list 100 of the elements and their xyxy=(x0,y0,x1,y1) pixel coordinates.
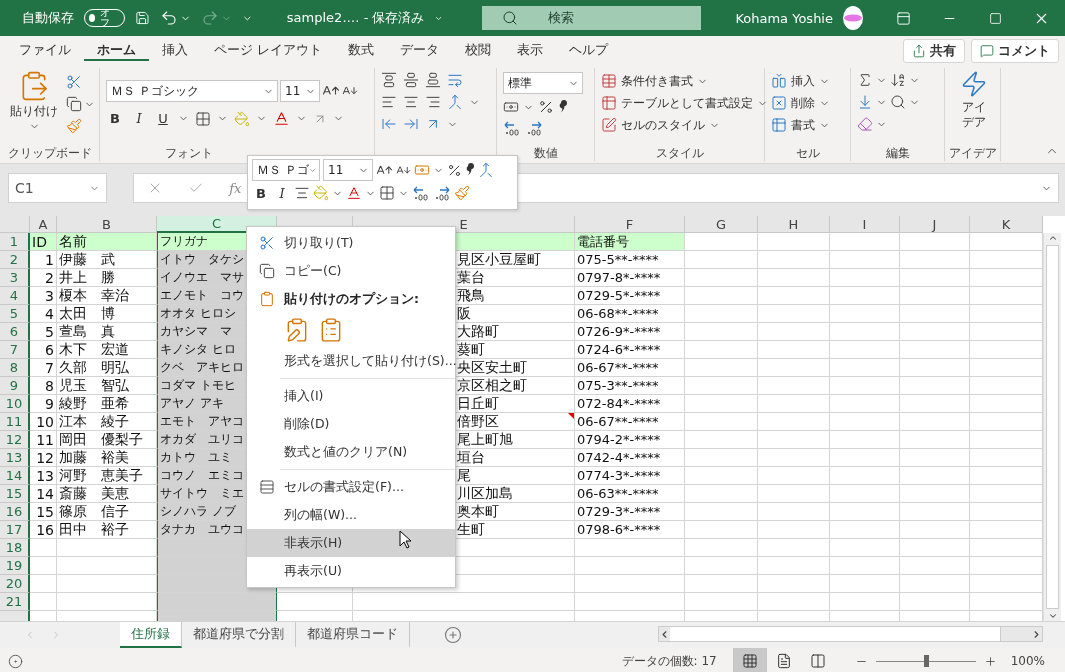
paste-button[interactable]: 貼り付け xyxy=(10,104,58,119)
table-cell: 太田 博 xyxy=(57,305,157,323)
table-cell: 名前 xyxy=(57,233,157,251)
row-header[interactable]: 12 xyxy=(0,431,30,449)
column-header[interactable]: B xyxy=(57,216,157,233)
table-cell: 072-84*-**** xyxy=(575,395,685,413)
ribbon-tab[interactable]: データ xyxy=(387,36,452,64)
ribbon-tab[interactable]: ホーム xyxy=(84,36,149,64)
table-cell: 7 xyxy=(30,359,57,377)
row-header[interactable]: 15 xyxy=(0,485,30,503)
table-cell: 0798-6*-**** xyxy=(575,521,685,539)
underline-button[interactable]: U xyxy=(154,111,172,126)
row-header[interactable]: 20 xyxy=(0,575,30,593)
table-cell: 0797-8*-**** xyxy=(575,269,685,287)
column-header[interactable]: A xyxy=(30,216,57,233)
table-cell: 2 xyxy=(30,269,57,287)
table-cell: 14 xyxy=(30,485,57,503)
comment-button[interactable]: コメント xyxy=(971,39,1059,63)
style-command[interactable]: セルのスタイル xyxy=(621,116,705,134)
table-cell: 0774-3*-**** xyxy=(575,467,685,485)
group-label: スタイル xyxy=(654,145,705,161)
row-header[interactable]: 18 xyxy=(0,539,30,557)
row-header[interactable]: 10 xyxy=(0,395,30,413)
bold-button[interactable]: B xyxy=(106,111,124,126)
row-header[interactable]: 5 xyxy=(0,305,30,323)
search-field[interactable]: 検索 xyxy=(481,6,702,30)
ribbon-tab[interactable]: 表示 xyxy=(504,36,556,64)
menu-item[interactable]: 非表示(H) xyxy=(247,529,455,557)
table-cell: 06-67**-**** xyxy=(575,413,685,431)
table-cell: 児玉 智弘 xyxy=(57,377,157,395)
font-name-field[interactable]: ＭＳ Ｐゴシック xyxy=(106,80,278,102)
group-label: フォント xyxy=(164,145,214,161)
column-header[interactable]: G xyxy=(685,216,758,233)
ribbon-tab[interactable]: 校閲 xyxy=(452,36,504,64)
font-size-field[interactable]: 11 xyxy=(323,159,373,181)
italic-button[interactable]: I xyxy=(273,185,291,201)
row-header[interactable]: 3 xyxy=(0,269,30,287)
ribbon-tab[interactable]: ファイル xyxy=(6,36,84,64)
name-box[interactable]: C1 xyxy=(8,173,107,203)
table-cell: 榎本 幸治 xyxy=(57,287,157,305)
table-cell: 0729-3*-**** xyxy=(575,503,685,521)
row-header[interactable]: 16 xyxy=(0,503,30,521)
column-header[interactable]: K xyxy=(970,216,1043,233)
table-cell: 木下 宏道 xyxy=(57,341,157,359)
row-header[interactable]: 6 xyxy=(0,323,30,341)
table-cell: 江本 綾子 xyxy=(57,413,157,431)
style-command[interactable]: テーブルとして書式設定 xyxy=(621,94,753,112)
group-label: クリップボード xyxy=(6,145,93,161)
row-header[interactable]: 14 xyxy=(0,467,30,485)
ribbon-tab[interactable]: 挿入 xyxy=(149,36,201,64)
table-cell: 15 xyxy=(30,503,57,521)
table-cell: 06-68**-**** xyxy=(575,305,685,323)
cells-command[interactable]: 書式 xyxy=(791,116,815,134)
table-cell: 075-3**-**** xyxy=(575,377,685,395)
table-cell: 河野 恵美子 xyxy=(57,467,157,485)
row-header[interactable]: 7 xyxy=(0,341,30,359)
row-header[interactable]: 1 xyxy=(0,233,30,251)
row-header[interactable]: 13 xyxy=(0,449,30,467)
number-format-field[interactable]: 標準 xyxy=(503,72,583,94)
italic-button[interactable]: I xyxy=(130,111,148,126)
row-header[interactable]: 4 xyxy=(0,287,30,305)
row-header[interactable]: 11 xyxy=(0,413,30,431)
column-header[interactable]: I xyxy=(830,216,900,233)
font-name-field[interactable]: ＭＳ Ｐゴ xyxy=(252,159,320,181)
row-header[interactable]: 9 xyxy=(0,377,30,395)
column-header[interactable]: J xyxy=(900,216,970,233)
share-button[interactable]: 共有 xyxy=(903,39,965,63)
insert-function-button[interactable]: fx xyxy=(229,180,242,196)
column-header[interactable]: H xyxy=(758,216,830,233)
table-cell: 4 xyxy=(30,305,57,323)
font-size-field[interactable]: 11 xyxy=(280,80,320,102)
table-cell: 16 xyxy=(30,521,57,539)
bold-button[interactable]: B xyxy=(252,185,270,201)
ribbon-tab[interactable]: ヘルプ xyxy=(556,36,621,64)
group-label: 数値 xyxy=(532,145,559,161)
ideas-button[interactable]: アイ デア xyxy=(961,100,986,130)
column-header[interactable]: F xyxy=(575,216,685,233)
table-cell: 5 xyxy=(30,323,57,341)
menu-item[interactable]: 再表示(U) xyxy=(247,557,455,585)
row-header[interactable]: 21 xyxy=(0,593,30,611)
table-cell: 6 xyxy=(30,341,57,359)
ribbon-tab[interactable]: ページ レイアウト xyxy=(201,36,335,64)
row-header[interactable]: 2 xyxy=(0,251,30,269)
sheet-tab[interactable]: 住所録 xyxy=(120,622,182,648)
table-cell: 12 xyxy=(30,449,57,467)
zoom-level[interactable]: 100% xyxy=(1010,654,1045,668)
row-header[interactable]: 19 xyxy=(0,557,30,575)
table-cell: 伊藤 武 xyxy=(57,251,157,269)
group-label: 編集 xyxy=(884,145,911,161)
style-command[interactable]: 条件付き書式 xyxy=(621,72,693,90)
cells-command[interactable]: 削除 xyxy=(791,94,815,112)
table-cell: 10 xyxy=(30,413,57,431)
cells-command[interactable]: 挿入 xyxy=(791,72,815,90)
table-cell: 06-63**-**** xyxy=(575,485,685,503)
row-header[interactable]: 17 xyxy=(0,521,30,539)
table-cell: 萱島 真 xyxy=(57,323,157,341)
row-header[interactable]: 8 xyxy=(0,359,30,377)
group-label: セル xyxy=(794,145,821,161)
table-cell: 0742-4*-**** xyxy=(575,449,685,467)
ribbon-tab[interactable]: 数式 xyxy=(335,36,387,64)
